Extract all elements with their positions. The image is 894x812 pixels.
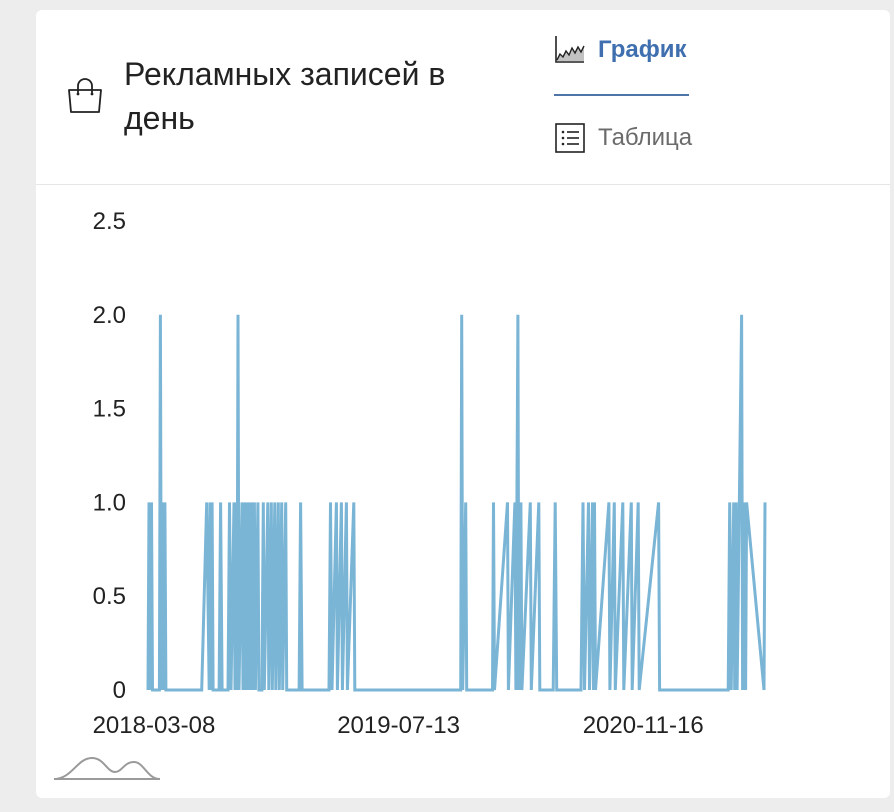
tab-graph[interactable]: График (554, 34, 686, 66)
widget-title: Рекламных записей в день (124, 56, 446, 136)
list-table-icon (555, 123, 585, 153)
y-tick-label: 0.5 (93, 583, 126, 610)
tab-table[interactable]: Таблица (554, 120, 692, 156)
active-tab-indicator (554, 94, 689, 96)
tab-graph-label: График (598, 36, 687, 63)
range-brush-icon[interactable] (52, 752, 162, 782)
y-tick-label: 2.5 (93, 208, 126, 235)
shopping-bag-icon (68, 78, 102, 113)
series-layer (146, 314, 767, 692)
x-axis: 2018-03-08 2019-07-13 2020-11-16 (93, 712, 704, 739)
x-tick-label: 2019-07-13 (337, 712, 460, 739)
line-chart: 0 0.5 1.0 1.5 2.0 2.5 2018-03-08 2019-07-13 202… (93, 208, 767, 739)
y-tick-label: 1.0 (93, 489, 126, 516)
x-tick-label: 2018-03-08 (93, 712, 216, 739)
widget-header: Рекламных записей в день График Таблица (36, 10, 890, 185)
area-chart-icon (555, 36, 585, 63)
x-tick-label: 2020-11-16 (583, 712, 704, 739)
y-axis: 0 0.5 1.0 1.5 2.0 2.5 (93, 208, 126, 704)
y-tick-label: 0 (113, 677, 126, 704)
tab-table-label: Таблица (598, 124, 693, 151)
series-line (146, 314, 767, 692)
y-tick-label: 2.0 (93, 302, 126, 329)
y-tick-label: 1.5 (93, 396, 126, 423)
